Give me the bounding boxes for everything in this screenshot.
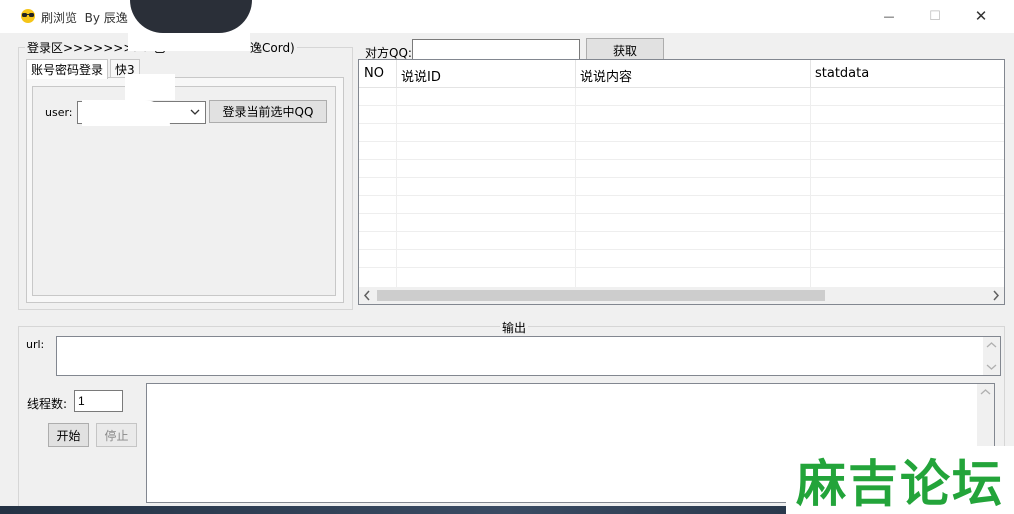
user-label: user: [45, 106, 73, 119]
title-bar: 刷浏览 By 辰逸 — ☐ ✕ [0, 0, 1014, 33]
column-divider [396, 88, 397, 288]
sunglasses-icon [21, 9, 35, 23]
redacted-area [128, 33, 250, 51]
row-divider [359, 123, 1004, 124]
start-button[interactable]: 开始 [48, 423, 89, 447]
chevron-left-icon[interactable] [359, 287, 376, 304]
scrollbar-thumb[interactable] [377, 290, 825, 301]
chevron-right-icon[interactable] [987, 287, 1004, 304]
horizontal-scrollbar[interactable] [359, 287, 1004, 304]
url-label: url: [26, 338, 45, 351]
row-divider [359, 177, 1004, 178]
chevron-down-icon [190, 109, 200, 115]
tab-account-login[interactable]: 账号密码登录 [26, 59, 109, 79]
posts-table[interactable]: NO 说说ID 说说内容 statdata [358, 59, 1005, 305]
row-divider [359, 231, 1004, 232]
login-group-label-tail: 逸Cord) [248, 39, 297, 56]
row-divider [359, 213, 1004, 214]
redacted-area [130, 0, 252, 33]
close-button[interactable]: ✕ [958, 0, 1004, 32]
stop-button[interactable]: 停止 [96, 423, 137, 447]
forum-watermark: 麻吉论坛 [786, 446, 1014, 514]
row-divider [359, 249, 1004, 250]
maximize-button[interactable]: ☐ [912, 0, 958, 32]
login-selected-qq-button[interactable]: 登录当前选中QQ [209, 100, 327, 123]
redacted-area [125, 74, 175, 100]
output-group-label: 输出 [500, 319, 529, 336]
app-window: 刷浏览 By 辰逸 — ☐ ✕ 登录区>>>>>>>>>已 逸Cord) 账号密… [0, 0, 1014, 514]
column-header-no[interactable]: NO [359, 60, 397, 88]
column-header-statdata[interactable]: statdata [810, 60, 1004, 88]
row-divider [359, 105, 1004, 106]
chevron-down-icon[interactable] [983, 358, 1000, 375]
chevron-up-icon[interactable] [977, 384, 994, 401]
row-divider [359, 195, 1004, 196]
vertical-scrollbar[interactable] [983, 337, 1000, 375]
url-input[interactable] [56, 336, 1001, 376]
chevron-up-icon[interactable] [983, 337, 1000, 354]
minimize-button[interactable]: — [866, 0, 912, 32]
redacted-area [82, 100, 170, 126]
row-divider [359, 141, 1004, 142]
window-title: 刷浏览 By 辰逸 [41, 11, 128, 25]
maximize-icon: ☐ [929, 8, 941, 24]
row-divider [359, 267, 1004, 268]
column-divider [575, 88, 576, 288]
column-divider [810, 88, 811, 288]
threads-input[interactable] [74, 390, 123, 412]
close-icon: ✕ [974, 7, 988, 25]
column-header-post-content[interactable]: 说说内容 [575, 60, 811, 88]
threads-label: 线程数: [27, 397, 68, 411]
row-divider [359, 159, 1004, 160]
column-header-post-id[interactable]: 说说ID [396, 60, 576, 88]
watermark-text: 麻吉论坛 [796, 454, 1004, 513]
minimize-icon: — [883, 9, 895, 23]
